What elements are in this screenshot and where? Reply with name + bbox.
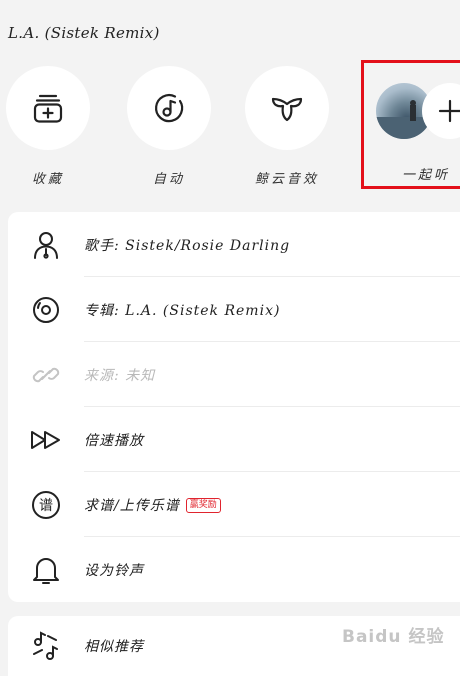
sheet-music-icon: 谱 <box>28 487 64 523</box>
song-options-panel: 歌手: Sistek/Rosie Darling 专辑: L.A. (Siste… <box>8 212 460 602</box>
reward-badge: 赢奖励 <box>185 498 221 513</box>
similar-music-icon <box>28 628 64 664</box>
add-to-collection-icon <box>33 94 63 123</box>
whale-cloud-sound-effect-icon <box>271 97 303 122</box>
album-icon <box>28 292 64 328</box>
menu-item-sheet-music[interactable]: 谱 求谱/上传乐谱 赢奖励 <box>8 472 460 537</box>
artist-icon <box>28 227 64 263</box>
sheet-music-label: 求谱/上传乐谱 赢奖励 <box>84 495 221 515</box>
plus-icon <box>438 99 460 123</box>
similar-label: 相似推荐 <box>84 639 144 655</box>
menu-item-ringtone[interactable]: 设为铃声 <box>8 537 460 602</box>
collect-circle[interactable] <box>6 66 90 150</box>
auto-music-icon <box>155 93 184 123</box>
collect-button[interactable]: 收藏 <box>2 66 94 187</box>
fast-forward-icon <box>28 422 64 458</box>
sound-effect-label: 鲸云音效 <box>254 172 319 187</box>
listen-together-highlight[interactable]: 一起听 <box>361 60 460 189</box>
add-listener-button[interactable] <box>422 83 460 139</box>
menu-item-artist[interactable]: 歌手: Sistek/Rosie Darling <box>8 212 460 277</box>
sound-effect-circle[interactable] <box>245 66 329 150</box>
svg-text:谱: 谱 <box>39 498 53 514</box>
artist-label: 歌手: Sistek/Rosie Darling <box>84 237 291 254</box>
bell-icon <box>28 552 64 588</box>
menu-item-source: 来源: 未知 <box>8 342 460 407</box>
song-title: L.A. (Sistek Remix) <box>8 24 160 42</box>
sound-effect-button[interactable]: 鲸云音效 <box>241 66 333 187</box>
menu-item-album[interactable]: 专辑: L.A. (Sistek Remix) <box>8 277 460 342</box>
auto-label: 自动 <box>152 172 185 187</box>
sheet-music-text: 求谱/上传乐谱 <box>84 497 180 514</box>
playback-speed-label: 倍速播放 <box>84 432 144 449</box>
link-icon <box>28 357 64 393</box>
collect-label: 收藏 <box>31 172 64 187</box>
watermark: Baidu 经验 <box>342 627 445 647</box>
auto-circle[interactable] <box>127 66 211 150</box>
auto-button[interactable]: 自动 <box>123 66 215 187</box>
ringtone-label: 设为铃声 <box>84 562 144 579</box>
listen-together-label: 一起听 <box>402 168 451 183</box>
album-label: 专辑: L.A. (Sistek Remix) <box>84 302 281 319</box>
source-label: 来源: 未知 <box>84 367 156 384</box>
menu-item-playback-speed[interactable]: 倍速播放 <box>8 407 460 472</box>
